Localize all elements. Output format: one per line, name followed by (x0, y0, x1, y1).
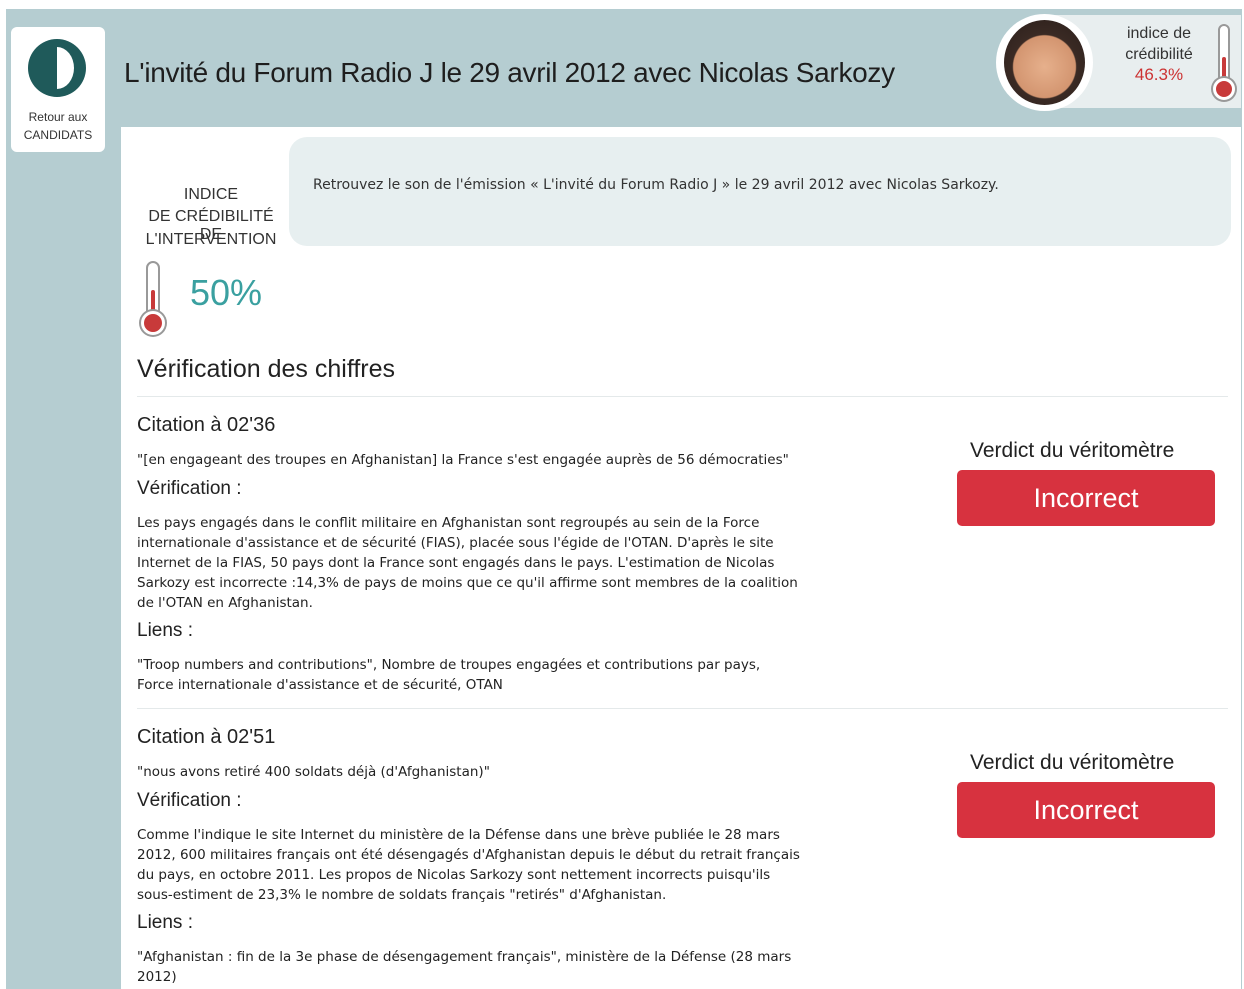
verification-line: sous-estiment de 23,3% le nombre de sold… (137, 887, 667, 903)
link-line[interactable]: "Afghanistan : fin de la 3e phase de dés… (137, 947, 937, 967)
verification-line: internationale d'assistance et de sécuri… (137, 535, 774, 551)
links-text[interactable]: "Afghanistan : fin de la 3e phase de dés… (137, 947, 937, 987)
credibility-value: 46.3% (1134, 65, 1184, 84)
citation-quote: "nous avons retiré 400 soldats déjà (d'A… (137, 764, 490, 780)
audio-link-text[interactable]: Retrouvez le son de l'émission « L'invit… (313, 177, 999, 193)
avatar-photo (1004, 20, 1085, 105)
links-label: Liens : (137, 620, 193, 641)
credibility-label-line2: crédibilité (1125, 46, 1193, 63)
intervention-index-label-line3: L'INTERVENTION (145, 231, 277, 248)
header-thermometer-icon (1212, 24, 1236, 100)
verdict-badge: Incorrect (957, 782, 1215, 838)
section-title: Vérification des chiffres (137, 355, 395, 383)
verdict-label: Verdict du véritomètre (970, 751, 1175, 774)
page-title: L'invité du Forum Radio J le 29 avril 20… (124, 57, 895, 88)
verdict-badge: Incorrect (957, 470, 1215, 526)
divider (137, 396, 1228, 397)
back-to-candidates-button[interactable]: Retour aux CANDIDATS (11, 27, 105, 152)
avatar (996, 14, 1093, 111)
back-label-line1: Retour aux (28, 110, 88, 124)
citation-title: Citation à 02'36 (137, 414, 276, 436)
verification-text: Les pays engagés dans le conflit militai… (137, 513, 937, 613)
link-line[interactable]: "Troop numbers and contributions", Nombr… (137, 655, 937, 675)
citation-quote: "[en engageant des troupes en Afghanista… (137, 452, 789, 468)
verification-label: Vérification : (137, 478, 242, 499)
verification-label: Vérification : (137, 790, 242, 811)
link-line[interactable]: 2012) (137, 967, 937, 987)
back-label-line2: CANDIDATS (23, 128, 93, 142)
verification-line: 2012, 600 militaires français ont été dé… (137, 847, 800, 863)
verification-line: du pays, en octobre 2011. Les propos de … (137, 867, 771, 883)
verification-line: Les pays engagés dans le conflit militai… (137, 515, 760, 531)
divider (137, 708, 1228, 709)
verification-text: Comme l'indique le site Internet du mini… (137, 825, 937, 905)
credibility-label-line1: indice de (1126, 25, 1192, 42)
intervention-index-label-line1: INDICE (183, 186, 239, 203)
link-line[interactable]: Force internationale d'assistance et de … (137, 675, 937, 695)
verification-line: Internet de la FIAS, 50 pays dont la Fra… (137, 555, 775, 571)
intervention-thermometer-icon (137, 261, 169, 337)
back-arrow-icon (28, 39, 86, 97)
links-text[interactable]: "Troop numbers and contributions", Nombr… (137, 655, 937, 695)
intervention-credibility-value: 50% (190, 272, 263, 313)
verification-line: de l'OTAN en Afghanistan. (137, 595, 313, 611)
verification-line: Sarkozy est incorrecte :14,3% de pays de… (137, 575, 798, 591)
verdict-label: Verdict du véritomètre (970, 439, 1175, 462)
back-arrow-glyph (38, 56, 56, 80)
verification-line: Comme l'indique le site Internet du mini… (137, 827, 780, 843)
links-label: Liens : (137, 912, 193, 933)
citation-title: Citation à 02'51 (137, 726, 276, 748)
